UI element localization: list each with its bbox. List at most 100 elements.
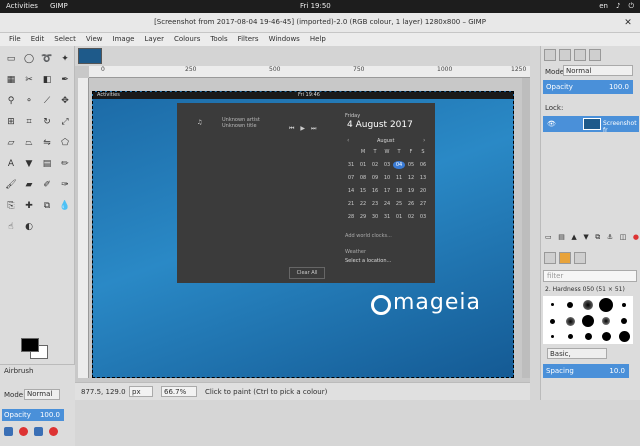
rect-select-icon[interactable]: ▭: [2, 50, 20, 68]
mask-icon[interactable]: ◫: [620, 233, 627, 242]
zoom-icon[interactable]: ⚬: [20, 92, 38, 110]
eraser-icon[interactable]: ▰: [20, 176, 38, 194]
opacity-slider[interactable]: Opacity 100.0: [2, 409, 64, 421]
paintbrush-icon[interactable]: 🖌: [2, 176, 20, 194]
measure-icon[interactable]: ⟋: [38, 92, 56, 110]
paths-icon[interactable]: ✒: [56, 71, 74, 89]
anchor-layer-icon[interactable]: ⚓: [607, 233, 613, 242]
bucket-fill-icon[interactable]: ▼: [20, 155, 38, 173]
text-icon[interactable]: A: [2, 155, 20, 173]
undo-tab-icon[interactable]: [589, 49, 601, 61]
heal-icon[interactable]: ✚: [20, 197, 38, 215]
clone-icon[interactable]: ⎘: [2, 197, 20, 215]
app-menu[interactable]: GIMP: [50, 2, 68, 10]
crop-icon[interactable]: ⌗: [20, 113, 38, 131]
move-icon[interactable]: ✥: [56, 92, 74, 110]
free-select-icon[interactable]: ➰: [38, 50, 56, 68]
scissors-icon[interactable]: ✂: [20, 71, 38, 89]
menu-select[interactable]: Select: [49, 33, 81, 46]
save-options-icon[interactable]: [4, 427, 13, 436]
brush-preview[interactable]: [543, 296, 561, 314]
menu-help[interactable]: Help: [305, 33, 331, 46]
foreground-select-icon[interactable]: ◧: [38, 71, 56, 89]
menu-file[interactable]: File: [4, 33, 26, 46]
delete-layer-icon[interactable]: ●: [633, 233, 639, 242]
new-group-icon[interactable]: ▤: [558, 233, 565, 242]
brush-preview[interactable]: [597, 329, 615, 344]
menu-view[interactable]: View: [81, 33, 108, 46]
power-icon[interactable]: ⏻: [628, 2, 634, 11]
gradients-tab-icon[interactable]: [574, 252, 586, 264]
brush-preview[interactable]: [561, 329, 579, 344]
image-tab-thumbnail[interactable]: [78, 48, 102, 64]
brush-preview[interactable]: [561, 296, 579, 314]
eye-icon[interactable]: 👁: [547, 120, 556, 128]
horizontal-ruler[interactable]: 0 250 500 750 1000 1250: [89, 66, 530, 78]
brush-preview[interactable]: [579, 296, 597, 314]
lower-layer-icon[interactable]: ▼: [583, 233, 588, 242]
vertical-scrollbar[interactable]: [522, 78, 530, 378]
menu-edit[interactable]: Edit: [26, 33, 50, 46]
duplicate-layer-icon[interactable]: ⧉: [595, 233, 600, 242]
brush-preview[interactable]: [615, 314, 633, 330]
brushes-tab-icon[interactable]: [544, 252, 556, 264]
spacing-slider[interactable]: Spacing 10.0: [543, 364, 629, 378]
align-icon[interactable]: ⊞: [2, 113, 20, 131]
brush-preview[interactable]: [543, 314, 561, 330]
brush-preview[interactable]: [597, 314, 615, 330]
paths-tab-icon[interactable]: [574, 49, 586, 61]
blend-icon[interactable]: ▤: [38, 155, 56, 173]
ink-icon[interactable]: ✑: [56, 176, 74, 194]
cage-icon[interactable]: ⬠: [56, 134, 74, 152]
menu-layer[interactable]: Layer: [139, 33, 169, 46]
image-canvas[interactable]: Activities Fri 19:46 ♫ Unknown artist Un…: [92, 91, 514, 378]
mode-select[interactable]: Normal: [24, 389, 60, 400]
patterns-tab-icon[interactable]: [559, 252, 571, 264]
unit-select[interactable]: px: [129, 386, 153, 397]
brush-preview[interactable]: [543, 329, 561, 344]
select-by-color-icon[interactable]: ▦: [2, 71, 20, 89]
menu-colours[interactable]: Colours: [169, 33, 205, 46]
delete-options-icon[interactable]: [19, 427, 28, 436]
close-window-button[interactable]: ✕: [622, 17, 634, 29]
flip-icon[interactable]: ⇋: [38, 134, 56, 152]
foreground-color-swatch[interactable]: [21, 338, 39, 352]
volume-icon[interactable]: ♪: [616, 2, 620, 11]
raise-layer-icon[interactable]: ▲: [571, 233, 576, 242]
shear-icon[interactable]: ▱: [2, 134, 20, 152]
perspective-clone-icon[interactable]: ⧉: [38, 197, 56, 215]
activities-button[interactable]: Activities: [6, 2, 38, 10]
layer-name[interactable]: Screenshot fr: [603, 120, 639, 134]
blur-icon[interactable]: 💧: [56, 197, 74, 215]
brush-preview[interactable]: [597, 296, 615, 314]
brush-preview[interactable]: [579, 314, 597, 330]
zoom-select[interactable]: 66.7%: [161, 386, 197, 397]
restore-options-icon[interactable]: [34, 427, 43, 436]
brush-preview[interactable]: [615, 296, 633, 314]
scale-icon[interactable]: ⤢: [56, 113, 74, 131]
fuzzy-select-icon[interactable]: ✦: [56, 50, 74, 68]
brush-grid[interactable]: [543, 296, 633, 344]
channels-tab-icon[interactable]: [559, 49, 571, 61]
system-clock[interactable]: Fri 19:50: [300, 2, 331, 10]
perspective-icon[interactable]: ⏢: [20, 134, 38, 152]
rotate-icon[interactable]: ↻: [38, 113, 56, 131]
layer-opacity-slider[interactable]: Opacity 100.0: [543, 80, 633, 94]
brush-preview[interactable]: [579, 329, 597, 344]
menu-windows[interactable]: Windows: [264, 33, 305, 46]
ellipse-select-icon[interactable]: ◯: [20, 50, 38, 68]
layer-mode-select[interactable]: Normal: [563, 65, 633, 76]
pencil-icon[interactable]: ✏: [56, 155, 74, 173]
brush-filter-input[interactable]: filter: [543, 270, 637, 282]
menu-tools[interactable]: Tools: [205, 33, 232, 46]
reset-options-icon[interactable]: [49, 427, 58, 436]
menu-filters[interactable]: Filters: [233, 33, 264, 46]
new-layer-icon[interactable]: ▭: [545, 233, 552, 242]
layers-tab-icon[interactable]: [544, 49, 556, 61]
layer-row[interactable]: 👁 Screenshot fr: [543, 116, 639, 134]
dodge-burn-icon[interactable]: ◐: [20, 218, 38, 236]
brush-preview[interactable]: [615, 329, 633, 344]
vertical-ruler[interactable]: [78, 78, 89, 378]
brush-preview[interactable]: [561, 314, 579, 330]
airbrush-icon[interactable]: ✐: [38, 176, 56, 194]
